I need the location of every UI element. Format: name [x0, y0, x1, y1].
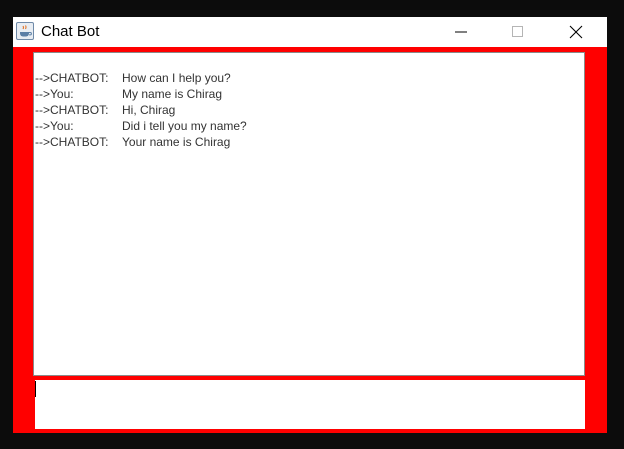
chat-message-text: My name is Chirag — [122, 87, 223, 101]
maximize-icon — [512, 26, 523, 37]
chat-speaker-label: -->CHATBOT: — [35, 103, 109, 117]
chat-line: -->You: Did i tell you my name? — [35, 119, 582, 135]
chat-message-text: Did i tell you my name? — [122, 119, 247, 133]
chat-speaker-label: -->You: — [35, 119, 74, 133]
chat-speaker-label: -->CHATBOT: — [35, 135, 109, 149]
window-title: Chat Bot — [41, 23, 100, 40]
chat-log: -->CHATBOT: How can I help you? -->You: My … — [35, 71, 582, 151]
chat-line: -->CHATBOT: Your name is Chirag — [35, 135, 582, 151]
maximize-button[interactable] — [495, 17, 541, 47]
title-bar[interactable]: Chat Bot — [13, 17, 607, 47]
chat-line: -->CHATBOT: How can I help you? — [35, 71, 582, 87]
chat-message-text: Hi, Chirag — [122, 103, 176, 117]
minimize-button[interactable] — [438, 17, 484, 47]
chat-bot-window: Chat Bot -->CHATBOT: How can I help you? -… — [13, 17, 607, 433]
chat-line: -->You: My name is Chirag — [35, 87, 582, 103]
chat-line: -->CHATBOT: Hi, Chirag — [35, 103, 582, 119]
close-button[interactable] — [553, 17, 599, 47]
chat-speaker-label: -->You: — [35, 87, 74, 101]
text-caret — [35, 381, 36, 397]
chat-history-textarea[interactable]: -->CHATBOT: How can I help you? -->You: My … — [33, 52, 585, 376]
chat-message-text: Your name is Chirag — [122, 135, 231, 149]
close-icon — [569, 25, 583, 39]
chat-message-text: How can I help you? — [122, 71, 231, 85]
chat-speaker-label: -->CHATBOT: — [35, 71, 109, 85]
minimize-icon — [455, 31, 467, 33]
java-coffee-cup-icon[interactable] — [16, 22, 34, 40]
message-input[interactable] — [35, 380, 585, 429]
